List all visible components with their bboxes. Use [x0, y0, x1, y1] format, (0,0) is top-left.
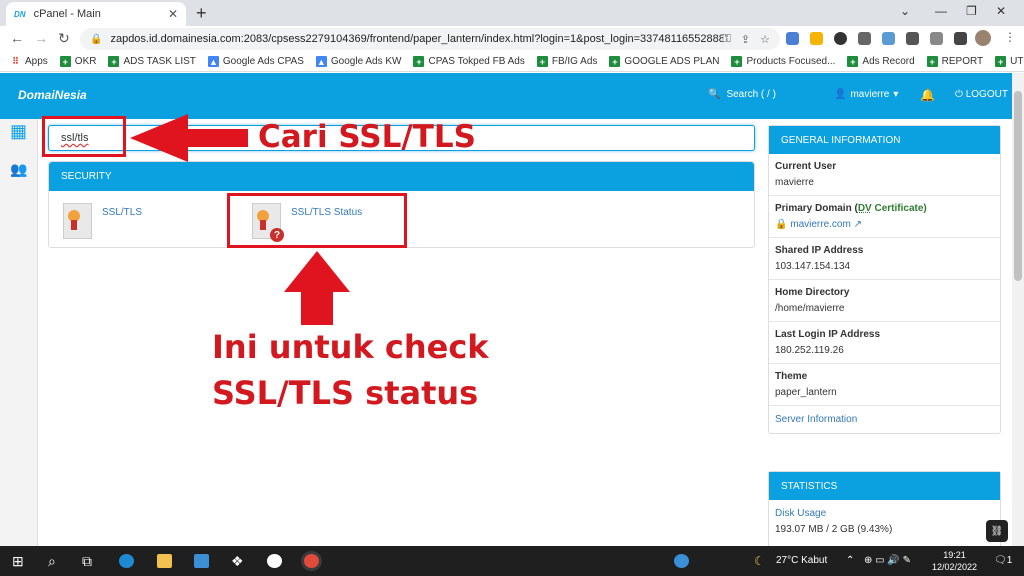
left-arrow: [130, 114, 248, 162]
edge-icon[interactable]: [119, 554, 134, 568]
windows-taskbar: ⊞ ⌕ ⧉ ❖ ☾ 27°C Kabut ⌃ ⊕ ▭ 🔊 ✎ 19:21 12/…: [0, 546, 1024, 576]
taskbar-clock[interactable]: 19:21 12/02/2022: [932, 549, 977, 573]
weather-icon[interactable]: ☾: [754, 554, 765, 568]
annotation-search-hint: Cari SSL/TLS: [258, 119, 476, 155]
annotation-arrows: [130, 114, 350, 325]
tray-icons[interactable]: ⊕ ▭ 🔊 ✎: [864, 555, 911, 566]
help-icon[interactable]: [674, 554, 689, 568]
dropbox-icon[interactable]: ❖: [231, 553, 244, 570]
windows-start-icon[interactable]: ⊞: [12, 553, 24, 570]
notification-icon[interactable]: 🗨1: [994, 555, 1012, 566]
file-explorer-icon[interactable]: [157, 554, 172, 568]
annotation-status-hint-line1: Ini untuk check: [212, 328, 489, 366]
task-view-icon[interactable]: ⧉: [82, 553, 92, 570]
annotation-status-hint-line2: SSL/TLS status: [212, 374, 479, 412]
search-icon[interactable]: ⌕: [48, 553, 56, 570]
chrome-icon[interactable]: [304, 554, 319, 568]
tray-chevron-icon[interactable]: ⌃: [846, 555, 854, 566]
app-icon[interactable]: [267, 554, 282, 568]
weather-text[interactable]: 27°C Kabut: [776, 555, 827, 566]
up-arrow: [284, 251, 350, 325]
mail-icon[interactable]: [194, 554, 209, 568]
